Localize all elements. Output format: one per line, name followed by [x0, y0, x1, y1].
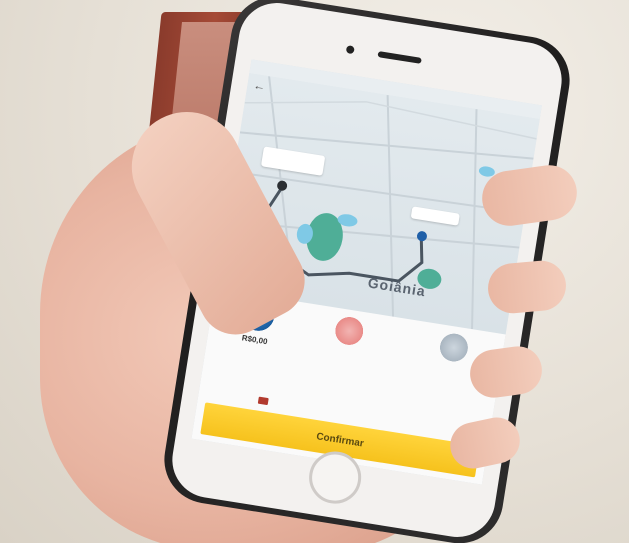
car-icon [327, 313, 372, 349]
ride-option[interactable] [312, 311, 386, 356]
back-arrow-icon[interactable]: ← [252, 78, 266, 94]
option-subtitle [312, 344, 381, 355]
credit-card-icon [257, 396, 269, 406]
front-camera [345, 45, 355, 55]
photo: ← Goiânia R$0,00 Confirmar [0, 0, 629, 543]
earpiece-speaker [377, 51, 422, 64]
origin-pin-icon [277, 180, 288, 191]
payment-method-row[interactable] [257, 396, 269, 406]
car-icon [431, 329, 477, 366]
option-price [312, 344, 381, 355]
